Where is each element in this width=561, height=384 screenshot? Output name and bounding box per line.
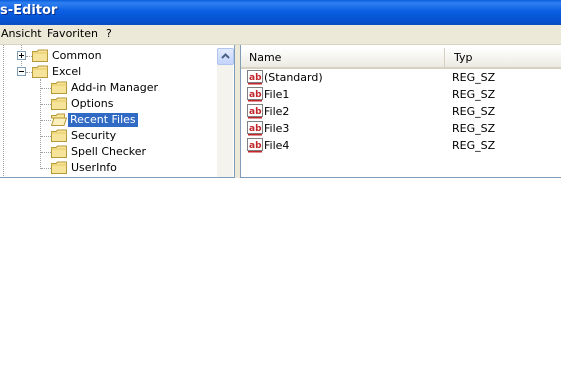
list-row[interactable]: ab File3 REG_SZ — [241, 120, 561, 136]
value-type: REG_SZ — [452, 71, 496, 84]
list-row[interactable]: ab (Standard) REG_SZ — [241, 69, 561, 85]
folder-icon — [51, 81, 67, 94]
column-header-name[interactable]: Name — [241, 48, 445, 67]
pane-area: Common Excel Add-in Manager Options Rece… — [0, 45, 561, 178]
tree-line — [41, 136, 51, 137]
tree-line — [3, 45, 4, 177]
tree-node-spell-checker[interactable]: Spell Checker — [69, 145, 148, 159]
string-value-icon: ab — [247, 121, 263, 136]
registry-editor-window: s-Editor Ansicht Favoriten ? Common Exce… — [0, 0, 561, 384]
folder-icon — [51, 145, 67, 158]
tree-line — [41, 168, 51, 169]
tree-node-options[interactable]: Options — [69, 97, 115, 111]
value-type: REG_SZ — [452, 122, 496, 135]
list-row[interactable]: ab File4 REG_SZ — [241, 137, 561, 153]
expand-icon[interactable] — [17, 51, 26, 60]
list-header: Name Typ — [241, 48, 561, 69]
tree-node-add-in-manager[interactable]: Add-in Manager — [69, 81, 160, 95]
folder-icon — [51, 161, 67, 174]
tree-node-security[interactable]: Security — [69, 129, 118, 143]
folder-icon — [51, 129, 67, 142]
svg-text:ab: ab — [249, 73, 262, 83]
list-row[interactable]: ab File1 REG_SZ — [241, 86, 561, 102]
collapse-icon[interactable] — [17, 67, 26, 76]
folder-open-icon — [51, 113, 67, 126]
folder-open-icon — [32, 65, 48, 78]
value-type: REG_SZ — [452, 88, 496, 101]
tree-node-recent-files[interactable]: Recent Files — [68, 113, 138, 127]
column-header-type[interactable]: Typ — [446, 48, 561, 67]
value-type: REG_SZ — [452, 105, 496, 118]
svg-text:ab: ab — [249, 107, 262, 117]
menu-help[interactable]: ? — [106, 27, 112, 40]
value-name: File2 — [264, 105, 290, 118]
svg-text:ab: ab — [249, 141, 262, 151]
string-value-icon: ab — [247, 138, 263, 153]
tree-line — [41, 152, 51, 153]
tree-line — [40, 79, 41, 169]
svg-text:ab: ab — [249, 124, 262, 134]
tree-scrollbar[interactable] — [217, 48, 234, 177]
string-value-icon: ab — [247, 70, 263, 85]
folder-icon — [32, 49, 48, 62]
menu-favoriten[interactable]: Favoriten — [47, 27, 98, 40]
values-list[interactable]: Name Typ ab (Standard) REG_SZ ab File1 R… — [240, 45, 561, 178]
string-value-icon: ab — [247, 104, 263, 119]
tree-node-excel[interactable]: Excel — [50, 65, 83, 79]
value-type: REG_SZ — [452, 139, 496, 152]
tree-line — [41, 104, 51, 105]
scroll-up-button[interactable] — [217, 48, 234, 65]
tree-node-common[interactable]: Common — [50, 49, 104, 63]
chevron-up-icon — [221, 53, 230, 59]
value-name: (Standard) — [264, 71, 323, 84]
value-name: File4 — [264, 139, 290, 152]
string-value-icon: ab — [247, 87, 263, 102]
menu-ansicht[interactable]: Ansicht — [1, 27, 42, 40]
title-bar[interactable]: s-Editor — [0, 0, 561, 25]
tree-line — [41, 88, 51, 89]
menu-bar: Ansicht Favoriten ? — [0, 25, 561, 45]
svg-text:ab: ab — [249, 90, 262, 100]
list-row[interactable]: ab File2 REG_SZ — [241, 103, 561, 119]
folder-icon — [51, 97, 67, 110]
key-tree[interactable]: Common Excel Add-in Manager Options Rece… — [0, 45, 235, 178]
tree-node-userinfo[interactable]: UserInfo — [69, 161, 119, 175]
tree-line — [41, 120, 51, 121]
value-name: File1 — [264, 88, 290, 101]
value-name: File3 — [264, 122, 290, 135]
window-title: s-Editor — [0, 3, 58, 18]
